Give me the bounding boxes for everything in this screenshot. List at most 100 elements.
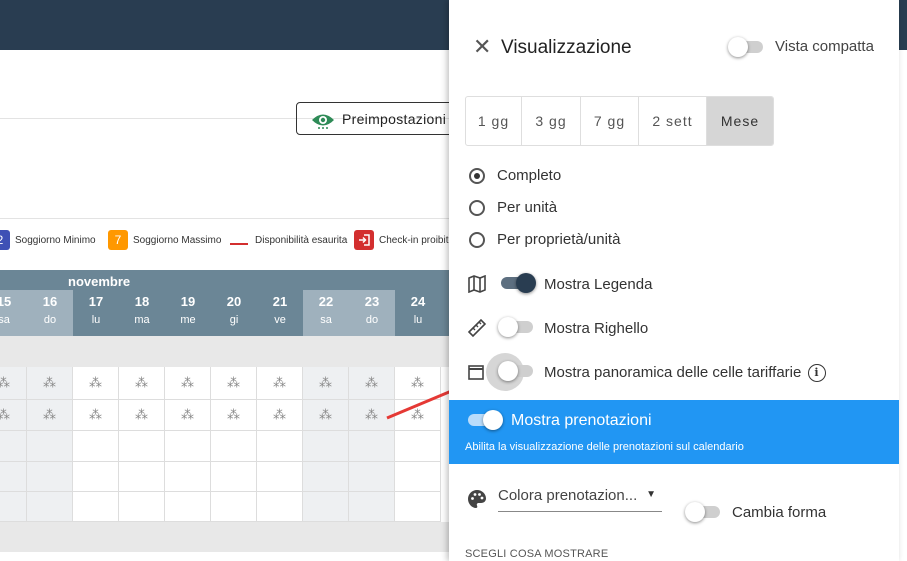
day-name: lu	[91, 314, 101, 326]
calendar-cell[interactable]: ⁂	[165, 400, 211, 431]
show-bookings-label: Mostra prenotazioni	[511, 412, 652, 429]
bookings-section: Mostra prenotazioni Abilita la visualizz…	[449, 400, 899, 464]
calendar-cell[interactable]: ⁂	[0, 400, 27, 431]
calendar-cell[interactable]: ⁂	[27, 400, 73, 431]
show-bookings-toggle[interactable]	[465, 409, 503, 431]
day-header: 17 lu	[73, 290, 119, 336]
loading-spinner-icon: ⁂	[227, 375, 240, 390]
calendar-cell[interactable]: ⁂	[303, 367, 349, 400]
calendar-cell[interactable]	[349, 462, 395, 492]
show-ruler-toggle[interactable]	[498, 316, 536, 338]
day-number: 21	[272, 294, 288, 309]
calendar-cell[interactable]	[119, 492, 165, 522]
calendar-cell[interactable]: ⁂	[119, 367, 165, 400]
calendar-cell[interactable]	[165, 492, 211, 522]
loading-spinner-icon: ⁂	[135, 375, 148, 390]
calendar-cell[interactable]	[27, 492, 73, 522]
calendar-cell[interactable]	[165, 431, 211, 462]
calendar-cell[interactable]	[27, 462, 73, 492]
presets-button[interactable]: Preimpostazioni	[296, 102, 460, 135]
calendar-cell[interactable]: ⁂	[27, 367, 73, 400]
radio-complete[interactable]	[469, 168, 485, 184]
calendar-cell[interactable]	[303, 431, 349, 462]
calendar-cell[interactable]: ⁂	[257, 400, 303, 431]
calendar-cell[interactable]: ⁂	[395, 400, 441, 431]
show-legend-toggle[interactable]	[498, 272, 536, 294]
radio-per-unit-label: Per unità	[497, 199, 558, 216]
calendar-cell[interactable]: ⁂	[119, 400, 165, 431]
calendar-cell[interactable]: ⁂	[349, 400, 395, 431]
radio-per-property-unit-label: Per proprietà/unità	[497, 231, 621, 248]
legend-row: 2 Soggiorno Minimo 7 Soggiorno Massimo D…	[0, 230, 460, 252]
show-rate-overview-label: Mostra panoramica delle celle tariffarie…	[544, 364, 826, 383]
color-bookings-select[interactable]: Colora prenotazion... ▼	[498, 487, 662, 512]
day-number: 16	[42, 294, 58, 309]
day-header: 19 me	[165, 290, 211, 336]
calendar-cell[interactable]	[27, 431, 73, 462]
range-selector: 1 gg 3 gg 7 gg 2 sett Mese	[465, 96, 774, 146]
dropdown-caret-icon: ▼	[646, 489, 656, 500]
calendar-cell[interactable]	[349, 492, 395, 522]
calendar-cell[interactable]	[395, 462, 441, 492]
range-2-weeks[interactable]: 2 sett	[639, 97, 707, 145]
calendar-cell[interactable]	[395, 431, 441, 462]
calendar-cell[interactable]: ⁂	[257, 367, 303, 400]
day-number: 20	[226, 294, 242, 309]
day-number: 23	[364, 294, 380, 309]
calendar-cell[interactable]: ⁂	[395, 367, 441, 400]
range-7-days[interactable]: 7 gg	[581, 97, 639, 145]
calendar-cell[interactable]	[257, 431, 303, 462]
calendar-cell[interactable]	[257, 462, 303, 492]
change-shape-toggle[interactable]	[685, 501, 723, 523]
info-icon[interactable]: i	[807, 364, 826, 383]
calendar-cell[interactable]	[73, 431, 119, 462]
calendar-cell[interactable]	[119, 462, 165, 492]
day-header: 22 sa	[303, 290, 349, 336]
range-1-day[interactable]: 1 gg	[466, 97, 522, 145]
calendar-cell[interactable]	[211, 492, 257, 522]
calendar-cell[interactable]: ⁂	[0, 367, 27, 400]
loading-spinner-icon: ⁂	[273, 407, 286, 422]
calendar-cell[interactable]: ⁂	[73, 367, 119, 400]
calendar-cell[interactable]	[303, 492, 349, 522]
calendar-cell[interactable]	[303, 462, 349, 492]
color-bookings-value: Colora prenotazion...	[498, 487, 638, 504]
range-month[interactable]: Mese	[707, 97, 773, 145]
loading-spinner-icon: ⁂	[181, 407, 194, 422]
day-name: me	[180, 314, 196, 326]
range-3-days[interactable]: 3 gg	[522, 97, 581, 145]
calendar-cell[interactable]	[211, 431, 257, 462]
day-number: 18	[134, 294, 150, 309]
legend-min-stay: 2 Soggiorno Minimo	[0, 230, 96, 250]
calendar-cell[interactable]	[395, 492, 441, 522]
calendar-cell[interactable]: ⁂	[211, 367, 257, 400]
day-name: lu	[413, 314, 423, 326]
calendar-cell[interactable]	[0, 492, 27, 522]
calendar-cell[interactable]	[0, 462, 27, 492]
loading-spinner-icon: ⁂	[0, 407, 10, 423]
show-rate-overview-toggle[interactable]	[498, 360, 536, 382]
calendar-cell[interactable]	[73, 462, 119, 492]
calendar-cell[interactable]: ⁂	[165, 367, 211, 400]
calendar-cell[interactable]: ⁂	[73, 400, 119, 431]
day-name: gi	[229, 314, 239, 326]
day-header: 20 gi	[211, 290, 257, 336]
calendar-cell[interactable]: ⁂	[211, 400, 257, 431]
calendar-cell[interactable]: ⁂	[349, 367, 395, 400]
loading-spinner-icon: ⁂	[0, 375, 10, 391]
calendar-cell[interactable]	[257, 492, 303, 522]
calendar-cell[interactable]: ⁂	[303, 400, 349, 431]
calendar-cell[interactable]	[119, 431, 165, 462]
calendar-cell[interactable]	[73, 492, 119, 522]
close-icon[interactable]: ✕	[473, 36, 491, 58]
radio-per-property-unit[interactable]	[469, 232, 485, 248]
compact-view-toggle[interactable]	[728, 36, 766, 58]
calendar-cell[interactable]	[211, 462, 257, 492]
calendar-cell[interactable]	[349, 431, 395, 462]
map-icon	[467, 274, 487, 298]
legend-label: Disponibilità esaurita	[255, 234, 348, 246]
calendar-cell[interactable]	[0, 431, 27, 462]
day-name: do	[365, 314, 379, 326]
calendar-cell[interactable]	[165, 462, 211, 492]
radio-per-unit[interactable]	[469, 200, 485, 216]
